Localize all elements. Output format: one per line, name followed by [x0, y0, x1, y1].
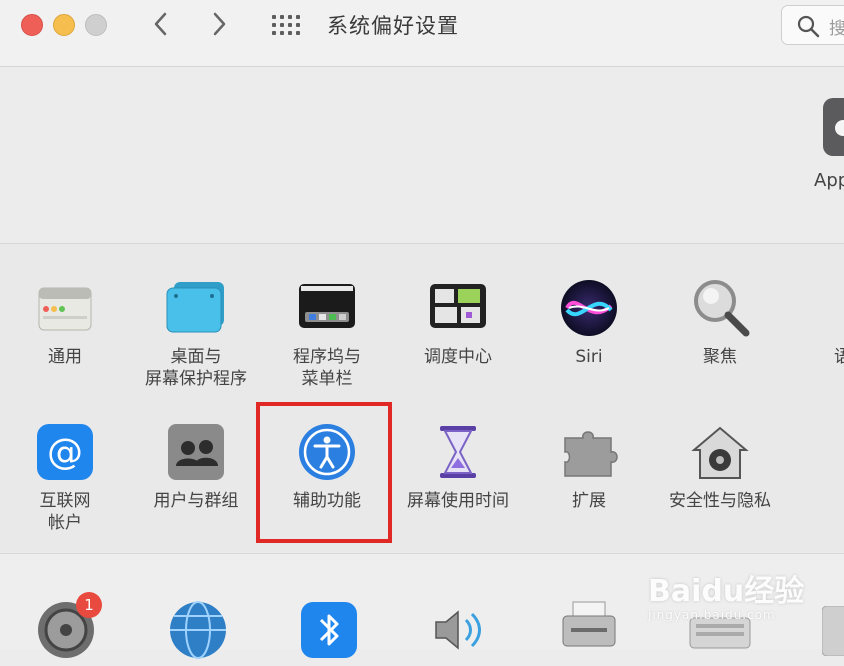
security-icon	[688, 420, 752, 484]
bluetooth-icon	[301, 602, 357, 658]
close-button[interactable]	[21, 14, 43, 36]
mission-control-icon	[426, 276, 490, 340]
pane-label: 桌面与 屏幕保护程序	[145, 347, 247, 389]
forward-button[interactable]	[210, 8, 230, 40]
spotlight-icon	[688, 276, 752, 340]
watermark-url: jingyan.baidu.com	[648, 608, 776, 622]
search-icon	[797, 15, 820, 38]
pane-label: 互联网 帐户	[39, 491, 91, 533]
internet-accounts-icon: @	[33, 420, 97, 484]
account-area	[0, 67, 844, 244]
minimize-button[interactable]	[53, 14, 75, 36]
pane-sound[interactable]	[428, 598, 492, 662]
highlight-box	[256, 402, 392, 543]
desktop-icon	[164, 276, 228, 340]
watermark-title: Baidu经验	[648, 574, 805, 609]
language-icon	[819, 276, 844, 340]
back-button[interactable]	[150, 8, 170, 40]
general-icon	[33, 276, 97, 340]
pane-label: 语言	[834, 347, 844, 367]
pane-screen-time[interactable]: 屏幕使用时间	[393, 420, 523, 512]
pane-language[interactable]: 语言	[786, 276, 844, 368]
pane-spotlight[interactable]: 聚焦	[655, 276, 785, 368]
pane-label: 扩展	[572, 491, 606, 511]
speaker-icon	[435, 610, 481, 650]
users-icon	[164, 420, 228, 484]
pane-siri[interactable]: Siri	[524, 276, 654, 368]
pane-extensions[interactable]: 扩展	[524, 420, 654, 512]
search-field[interactable]: 搜	[781, 5, 844, 45]
pane-printers[interactable]	[557, 598, 621, 662]
pane-security-privacy[interactable]: 安全性与隐私	[655, 420, 785, 512]
pane-bluetooth[interactable]	[297, 598, 361, 662]
pane-desktop-screensaver[interactable]: 桌面与 屏幕保护程序	[131, 276, 261, 390]
pane-network[interactable]	[166, 598, 230, 662]
extensions-icon	[557, 420, 621, 484]
pane-users-groups[interactable]: 用户与群组	[131, 420, 261, 512]
pane-label: 程序坞与 菜单栏	[293, 347, 361, 389]
pane-software-update[interactable]: 1	[34, 592, 102, 662]
dock-icon	[295, 276, 359, 340]
pane-internet-accounts[interactable]: @ 互联网 帐户	[0, 420, 130, 534]
window-title: 系统偏好设置	[327, 14, 459, 38]
pane-label: 调度中心	[424, 347, 492, 367]
printer-icon	[562, 601, 616, 647]
title-bar: 系统偏好设置 搜	[0, 0, 844, 67]
pane-label: 屏幕使用时间	[407, 491, 509, 511]
globe-icon	[170, 601, 226, 659]
trackpad-icon	[821, 605, 844, 657]
show-all-grid-icon[interactable]	[272, 13, 302, 37]
apple-id-icon[interactable]	[823, 98, 844, 156]
pane-label: Siri	[575, 347, 603, 367]
chevron-right-icon	[213, 12, 226, 36]
pane-general[interactable]: 通用	[0, 276, 130, 368]
pane-label: 通用	[48, 347, 82, 367]
apple-logo-icon	[835, 120, 844, 136]
siri-icon	[557, 276, 621, 340]
apple-id-label[interactable]: App	[814, 170, 844, 191]
notification-badge: 1	[76, 592, 102, 618]
chevron-left-icon	[154, 12, 167, 36]
baidu-watermark: Baidu经验 jingyan.baidu.com	[648, 566, 804, 622]
pane-dock-menubar[interactable]: 程序坞与 菜单栏	[262, 276, 392, 390]
pane-trackpad[interactable]	[821, 605, 844, 657]
pane-mission-control[interactable]: 调度中心	[393, 276, 523, 368]
pane-label: 安全性与隐私	[669, 491, 771, 511]
search-placeholder: 搜	[829, 19, 844, 39]
zoom-button[interactable]	[85, 14, 107, 36]
pane-label: 用户与群组	[153, 491, 239, 511]
pane-label: 聚焦	[703, 347, 737, 367]
svg-text:@: @	[47, 432, 83, 473]
screen-time-icon	[426, 420, 490, 484]
